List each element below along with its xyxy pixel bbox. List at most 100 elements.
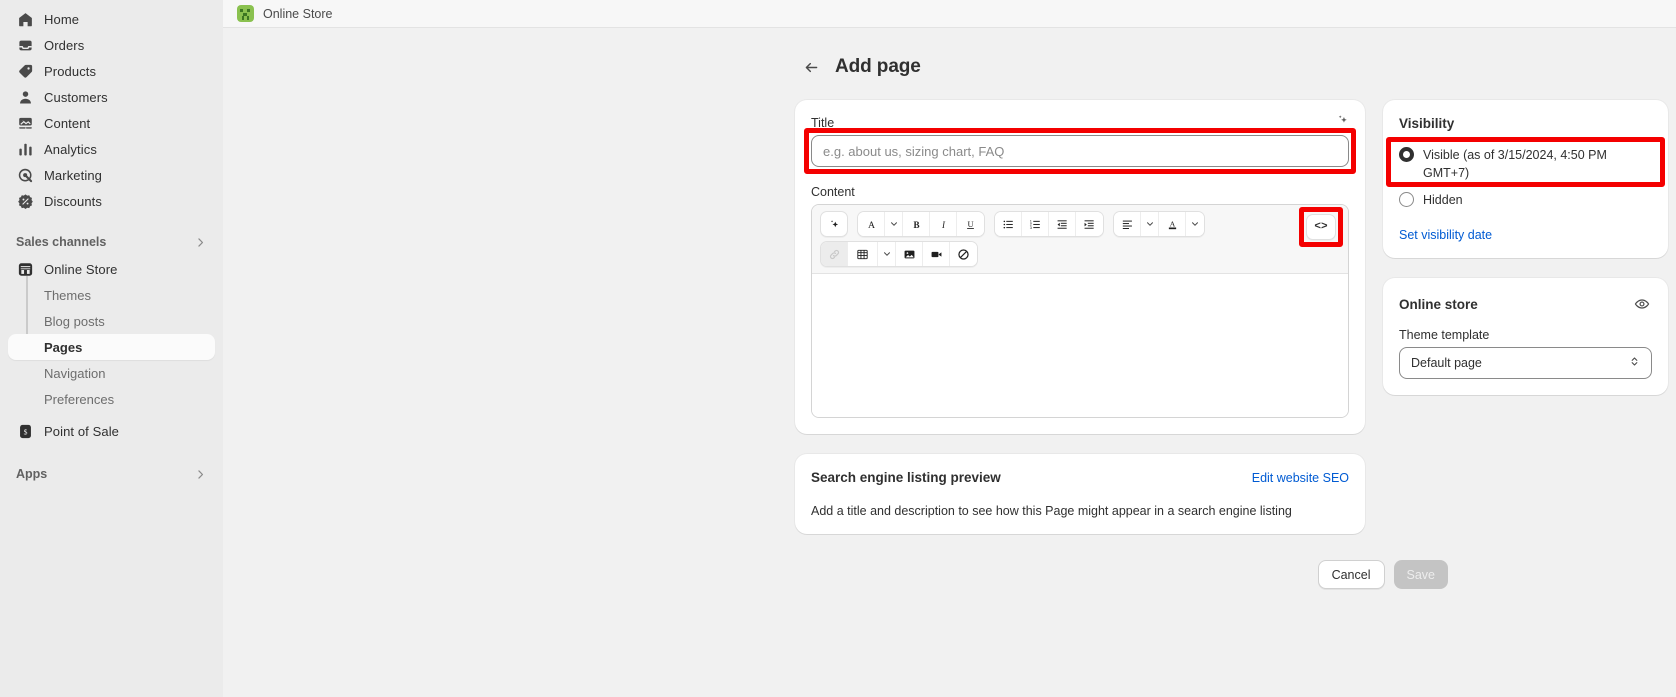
outdent-button[interactable] [1049,212,1076,236]
sidebar-nav-list: Home Orders Products Customers Content A… [8,6,215,214]
visibility-card: Visibility Visible (as of 3/15/2024, 4:5… [1383,100,1668,258]
sidebar-item-themes[interactable]: Themes [8,282,215,308]
sidebar-item-label: Home [44,11,80,27]
editor-toolbar-group-lists: 123 [994,211,1104,237]
font-style-dropdown-chevron-down-icon[interactable] [885,212,903,236]
editor-toolbar-group-font: A B I U [857,211,985,237]
customers-icon [16,88,34,106]
svg-text:I: I [940,219,945,229]
online-store-card: Online store Theme template Default page [1383,278,1668,395]
insert-link-button[interactable] [821,242,848,266]
sidebar-subitem-label: Themes [44,287,91,303]
svg-text:B: B [913,219,919,229]
title-input[interactable] [811,135,1349,167]
sidebar-item-label: Products [44,63,97,79]
sidebar-section-sales-channels[interactable]: Sales channels [8,228,215,256]
sidebar-item-orders[interactable]: Orders [8,32,215,58]
sidebar-item-products[interactable]: Products [8,58,215,84]
sidebar-item-blog-posts[interactable]: Blog posts [8,308,215,334]
editor-toolbar-group-insert [820,241,978,267]
insert-video-button[interactable] [923,242,950,266]
footer-actions: Cancel Save [223,534,1676,589]
sidebar-item-label: Content [44,115,91,131]
title-field-label: Title [811,116,835,130]
seo-card-heading: Search engine listing preview [811,470,1001,485]
online-store-card-header: Online store [1399,294,1652,314]
sidebar-subitem-label: Pages [44,339,83,355]
editor-toolbar-group-align-color: A [1113,211,1205,237]
content-scroll-region: Add page Title e.g. about us, sizing cha… [223,28,1676,697]
store-name-label: Online Store [263,6,333,21]
marketing-icon [16,166,34,184]
theme-template-value: Default page [1411,356,1482,370]
bold-button[interactable]: B [903,212,930,236]
sidebar-subitem-label: Navigation [44,365,106,381]
bulleted-list-button[interactable] [995,212,1022,236]
page-layout: Title Content [223,78,1676,534]
save-button[interactable]: Save [1393,560,1448,589]
italic-button[interactable]: I [930,212,957,236]
arrow-left-icon[interactable] [801,57,821,77]
sidebar-section-apps[interactable]: Apps [8,460,215,488]
sidebar: Home Orders Products Customers Content A… [0,0,223,697]
edit-website-seo-link[interactable]: Edit website SEO [1252,471,1349,485]
indent-button[interactable] [1076,212,1103,236]
text-color-button[interactable]: A [1159,212,1186,236]
set-visibility-date-link[interactable]: Set visibility date [1399,228,1652,242]
radio-visible[interactable] [1399,147,1414,162]
underline-button[interactable]: U [957,212,984,236]
products-icon [16,62,34,80]
align-dropdown-chevron-down-icon[interactable] [1141,212,1159,236]
sidebar-item-home[interactable]: Home [8,6,215,32]
sidebar-item-content[interactable]: Content [8,110,215,136]
topbar: Online Store [223,0,1676,28]
sidebar-item-analytics[interactable]: Analytics [8,136,215,162]
sidebar-item-customers[interactable]: Customers [8,84,215,110]
align-left-button[interactable] [1114,212,1141,236]
editor-toolbar-row-1: A B I U 1 2 3 A [820,211,1340,237]
editor-content-body[interactable] [812,274,1348,417]
sidebar-item-navigation[interactable]: Navigation [8,360,215,386]
svg-text:U: U [967,219,973,229]
ai-sparkle-button[interactable] [820,211,848,237]
theme-template-label: Theme template [1399,328,1490,342]
magic-sparkle-icon[interactable] [1333,110,1353,130]
visibility-option-label: Hidden [1423,193,1463,207]
apps-label: Apps [16,467,48,481]
store-favicon-icon [237,5,254,22]
visibility-option-hidden[interactable]: Hidden [1399,188,1652,212]
table-dropdown-chevron-down-icon[interactable] [878,242,896,266]
numbered-list-button[interactable]: 123 [1022,212,1049,236]
font-style-button[interactable]: A [858,212,885,236]
online-store-card-heading: Online store [1399,296,1478,312]
main-area: Online Store Add page Title e.g. about u… [223,0,1676,697]
visibility-option-visible[interactable]: Visible (as of 3/15/2024, 4:50 PM GMT+7) [1399,143,1652,185]
main-column: Title Content [795,100,1365,534]
visibility-option-label: Visible (as of 3/15/2024, 4:50 PM GMT+7) [1423,148,1607,180]
discounts-icon [16,192,34,210]
visibility-card-heading: Visibility [1399,116,1455,131]
svg-text:A: A [867,219,874,230]
sidebar-item-pages[interactable]: Pages [8,334,215,360]
sidebar-item-preferences[interactable]: Preferences [8,386,215,412]
page-header: Add page [223,56,1676,78]
seo-preview-card: Search engine listing preview Edit websi… [795,454,1365,534]
sidebar-item-discounts[interactable]: Discounts [8,188,215,214]
insert-image-button[interactable] [896,242,923,266]
clear-formatting-button[interactable] [950,242,977,266]
radio-hidden[interactable] [1399,192,1414,207]
html-code-view-button[interactable]: <> [1306,214,1336,240]
seo-card-header: Search engine listing preview Edit websi… [811,470,1349,485]
editor-toolbar: A B I U 1 2 3 A <> [812,205,1348,274]
store-icon [16,260,34,278]
insert-table-button[interactable] [848,242,878,266]
cancel-button[interactable]: Cancel [1317,560,1385,589]
theme-template-select[interactable]: Default page [1399,347,1652,379]
sidebar-item-marketing[interactable]: Marketing [8,162,215,188]
sidebar-item-label: Analytics [44,141,97,157]
eye-icon[interactable] [1632,294,1652,314]
sidebar-item-online-store[interactable]: Online Store [8,256,215,282]
svg-text:$: $ [23,427,27,436]
text-color-dropdown-chevron-down-icon[interactable] [1186,212,1204,236]
sidebar-item-point-of-sale[interactable]: $ Point of Sale [8,418,215,444]
